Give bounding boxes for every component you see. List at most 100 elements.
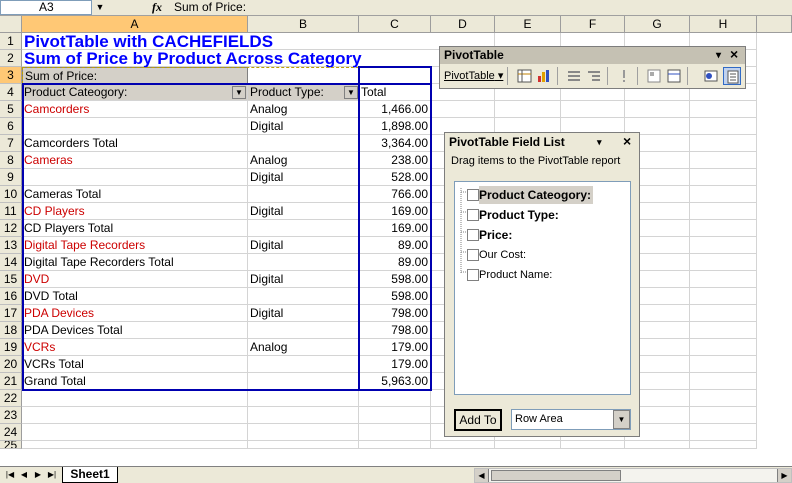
area-dropdown-icon[interactable]: ▼ (613, 410, 630, 429)
row-header-12[interactable]: 12 (0, 220, 22, 237)
scrollbar-thumb[interactable] (491, 470, 621, 481)
column-header-b[interactable]: B (248, 16, 359, 33)
table-row-total[interactable]: 1,898.00 (359, 118, 431, 135)
row-header-10[interactable]: 10 (0, 186, 22, 203)
table-row-type[interactable] (248, 373, 359, 390)
table-row-total[interactable]: 179.00 (359, 356, 431, 373)
table-row-type[interactable] (248, 220, 359, 237)
table-row-category[interactable] (22, 118, 248, 135)
field-list-item[interactable]: Product Name: (479, 266, 552, 284)
format-report-icon[interactable] (516, 67, 534, 85)
row-header-4[interactable]: 4 (0, 84, 22, 101)
grid-cell[interactable] (690, 271, 757, 288)
field-list-item[interactable]: Our Cost: (479, 246, 526, 264)
table-row-category[interactable]: Camcorders Total (22, 135, 248, 152)
table-row-type[interactable]: Analog (248, 152, 359, 169)
table-row-category[interactable]: PDA Devices (22, 305, 248, 322)
table-row-type[interactable] (248, 135, 359, 152)
table-row-type[interactable] (248, 186, 359, 203)
grid-cell[interactable] (359, 424, 431, 441)
table-row-total[interactable]: 528.00 (359, 169, 431, 186)
grid-cell[interactable] (431, 101, 495, 118)
column-header-g[interactable]: G (625, 16, 690, 33)
formula-input[interactable]: Sum of Price: (174, 0, 246, 15)
grid-cell[interactable] (690, 424, 757, 441)
row-field-product-type[interactable]: Product Type: (248, 84, 359, 101)
select-all-corner[interactable] (0, 16, 22, 33)
table-row-type[interactable]: Digital (248, 118, 359, 135)
table-row-total[interactable]: 3,364.00 (359, 135, 431, 152)
table-row-type[interactable] (248, 356, 359, 373)
grid-cell[interactable] (431, 441, 495, 449)
row-header-18[interactable]: 18 (0, 322, 22, 339)
row-header-20[interactable]: 20 (0, 356, 22, 373)
name-box-dropdown-icon[interactable]: ▼ (92, 0, 108, 15)
grid-cell[interactable] (690, 373, 757, 390)
field-list-item[interactable]: Price: (479, 226, 512, 244)
table-row-type[interactable]: Digital (248, 305, 359, 322)
table-row-type[interactable]: Digital (248, 237, 359, 254)
grid-cell[interactable] (359, 407, 431, 424)
grid-cell[interactable] (248, 424, 359, 441)
toolbar-close-icon[interactable]: × (730, 46, 738, 63)
grid-cell[interactable] (690, 237, 757, 254)
hide-detail-icon[interactable] (565, 67, 583, 85)
table-row-total[interactable]: 169.00 (359, 203, 431, 220)
column-header-a[interactable]: A (22, 16, 248, 33)
row-header-11[interactable]: 11 (0, 203, 22, 220)
table-row-category[interactable]: DVD (22, 271, 248, 288)
table-row-category[interactable]: Digital Tape Recorders (22, 237, 248, 254)
column-header-f[interactable]: F (561, 16, 625, 33)
row-header-9[interactable]: 9 (0, 169, 22, 186)
grid-cell[interactable] (248, 390, 359, 407)
name-box[interactable]: A3 (0, 0, 92, 15)
grid-cell[interactable] (690, 441, 757, 449)
grid-cell[interactable] (359, 441, 431, 449)
field-list-title[interactable]: PivotTable Field List ▾ × (445, 133, 639, 151)
row-header-19[interactable]: 19 (0, 339, 22, 356)
grid-cell[interactable] (690, 356, 757, 373)
row-header-16[interactable]: 16 (0, 288, 22, 305)
data-field-button[interactable]: Sum of Price: (22, 67, 248, 84)
column-header-d[interactable]: D (431, 16, 495, 33)
grid-cell[interactable] (359, 390, 431, 407)
pivot-subtitle[interactable]: Sum of Price by Product Across Category (22, 50, 431, 67)
table-row-type[interactable] (248, 322, 359, 339)
grid-cell[interactable] (561, 101, 625, 118)
add-to-button[interactable]: Add To (454, 409, 502, 431)
grid-cell[interactable] (248, 441, 359, 449)
product-category-dropdown-icon[interactable]: ▼ (232, 86, 246, 99)
grid-cell[interactable] (22, 441, 248, 449)
table-row-type[interactable]: Digital (248, 203, 359, 220)
row-header-6[interactable]: 6 (0, 118, 22, 135)
first-sheet-icon[interactable]: |◀ (4, 467, 16, 483)
table-row-category[interactable]: VCRs Total (22, 356, 248, 373)
horizontal-scrollbar[interactable]: ◀ ▶ (474, 468, 792, 483)
table-row-category[interactable]: CD Players Total (22, 220, 248, 237)
table-row-category[interactable]: Cameras Total (22, 186, 248, 203)
table-row-total[interactable]: 598.00 (359, 271, 431, 288)
grid-cell[interactable] (359, 67, 431, 84)
toolbar-options-icon[interactable]: ▾ (716, 47, 721, 64)
table-row-total[interactable]: 89.00 (359, 237, 431, 254)
table-row-total[interactable]: 1,466.00 (359, 101, 431, 118)
refresh-data-icon[interactable] (615, 67, 633, 85)
grid-cell[interactable] (690, 339, 757, 356)
grid-cell[interactable] (690, 305, 757, 322)
always-display-items-icon[interactable] (665, 67, 683, 85)
scroll-left-icon[interactable]: ◀ (475, 469, 489, 482)
row-header-25[interactable]: 25 (0, 441, 22, 449)
table-row-category[interactable]: VCRs (22, 339, 248, 356)
row-header-14[interactable]: 14 (0, 254, 22, 271)
grid-cell[interactable] (690, 169, 757, 186)
grid-cell[interactable] (495, 441, 561, 449)
table-row-total[interactable]: 179.00 (359, 339, 431, 356)
grid-cell[interactable] (690, 135, 757, 152)
product-type-dropdown-icon[interactable]: ▼ (344, 86, 358, 99)
grid-cell[interactable] (625, 441, 690, 449)
field-list-options-icon[interactable]: ▾ (597, 133, 602, 151)
row-header-23[interactable]: 23 (0, 407, 22, 424)
grid-cell[interactable] (690, 220, 757, 237)
toolbar-title[interactable]: PivotTable ▾ × (440, 46, 745, 64)
table-row-category[interactable] (22, 169, 248, 186)
